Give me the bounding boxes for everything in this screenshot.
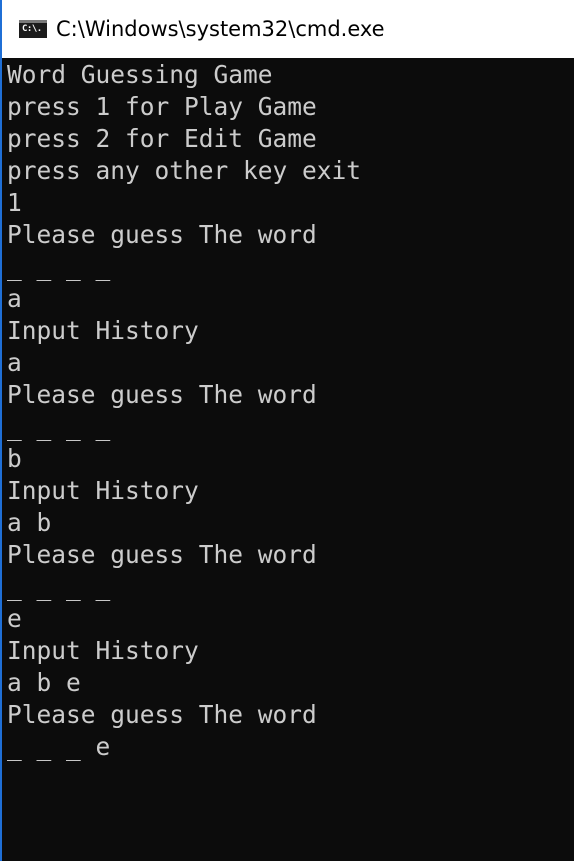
cmd-icon: C:\. — [19, 20, 47, 38]
window-title: C:\Windows\system32\cmd.exe — [56, 17, 385, 41]
console-line: e — [7, 604, 22, 633]
console-line: Please guess The word — [7, 380, 317, 409]
console-line: b — [7, 444, 22, 473]
console-line: _ _ _ _ — [7, 412, 111, 441]
console-line: 1 — [7, 188, 22, 217]
console-line: Input History — [7, 476, 199, 505]
console-line: a — [7, 348, 22, 377]
console-line: Input History — [7, 636, 199, 665]
console-line: Please guess The word — [7, 700, 317, 729]
cmd-window: C:\. C:\Windows\system32\cmd.exe Word Gu… — [0, 0, 574, 861]
console-line: Word Guessing Game — [7, 60, 273, 89]
console-output[interactable]: Word Guessing Game press 1 for Play Game… — [2, 58, 574, 861]
console-line: press 2 for Edit Game — [7, 124, 317, 153]
console-line: Input History — [7, 316, 199, 345]
console-line: press any other key exit — [7, 156, 362, 185]
console-line: Please guess The word — [7, 540, 317, 569]
console-line: Please guess The word — [7, 220, 317, 249]
cmd-icon-text: C:\. — [22, 24, 42, 34]
title-bar[interactable]: C:\. C:\Windows\system32\cmd.exe — [2, 0, 574, 58]
console-line: _ _ _ _ — [7, 572, 111, 601]
console-line: a b — [7, 508, 52, 537]
console-line: press 1 for Play Game — [7, 92, 317, 121]
console-line: a b e — [7, 668, 81, 697]
console-line: _ _ _ _ — [7, 252, 111, 281]
console-line: _ _ _ e — [7, 732, 111, 761]
console-line: a — [7, 284, 22, 313]
